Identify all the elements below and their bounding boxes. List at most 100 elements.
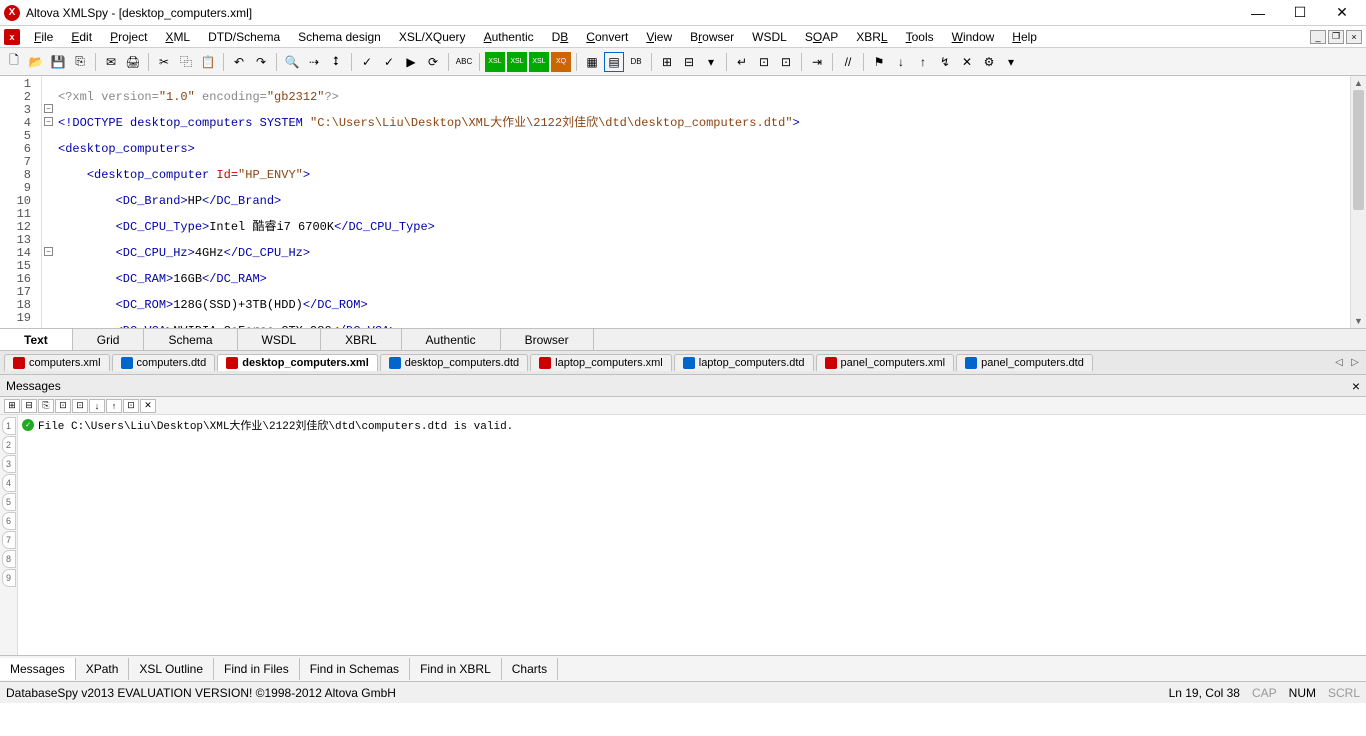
tab-xbrl[interactable]: XBRL [321,329,401,350]
messages-close-button[interactable]: × [1352,378,1360,394]
bm-clear-icon[interactable]: ↯ [935,52,955,72]
tab-next-icon[interactable]: ▷ [1348,356,1362,370]
mdi-close-button[interactable]: × [1346,30,1362,44]
menu-soap[interactable]: SOAP [797,28,846,46]
db-icon[interactable]: DB [626,52,646,72]
comment-icon[interactable]: // [838,52,858,72]
code-editor[interactable]: 12345678910111213141516171819 − − − <?xm… [0,76,1366,329]
find-next-icon[interactable]: ⇢ [304,52,324,72]
menu-browser[interactable]: Browser [682,28,742,46]
msg-tool-icon[interactable]: ⊡ [123,399,139,413]
menu-view[interactable]: View [638,28,680,46]
menu-dtd[interactable]: DTD/Schema [200,28,288,46]
tab-grid[interactable]: Grid [73,329,145,350]
file-tab-panel-xml[interactable]: panel_computers.xml [816,354,955,371]
wellformed-icon[interactable]: ✓ [379,52,399,72]
cut-icon[interactable]: ✂ [154,52,174,72]
mail-icon[interactable]: ✉ [101,52,121,72]
mdi-minimize-button[interactable]: _ [1310,30,1326,44]
menu-convert[interactable]: Convert [578,28,636,46]
scroll-thumb[interactable] [1353,90,1364,210]
vertical-scrollbar[interactable]: ▲ ▼ [1350,76,1366,328]
fold-toggle-icon[interactable]: − [44,104,53,113]
menu-edit[interactable]: Edit [63,28,100,46]
tab-browser[interactable]: Browser [501,329,594,350]
file-tab-computers-dtd[interactable]: computers.dtd [112,354,216,371]
new-icon[interactable]: 🗋 [4,52,24,72]
btab-messages[interactable]: Messages [0,658,76,680]
tool3-icon[interactable]: ▾ [701,52,721,72]
grid-view-icon[interactable]: ▦ [582,52,602,72]
tool1-icon[interactable]: ⊞ [657,52,677,72]
abc-icon[interactable]: ABC [454,52,474,72]
menu-wsdl[interactable]: WSDL [744,28,795,46]
menu-authentic[interactable]: Authentic [476,28,542,46]
file-tab-computers-xml[interactable]: computers.xml [4,354,110,371]
tab-wsdl[interactable]: WSDL [238,329,322,350]
replace-icon[interactable]: ⭥ [326,52,346,72]
mdi-restore-button[interactable]: ❐ [1328,30,1344,44]
transform-icon[interactable]: ▶ [401,52,421,72]
msg-tool-icon[interactable]: ⊞ [4,399,20,413]
menu-xml[interactable]: XML [157,28,198,46]
redo-icon[interactable]: ↷ [251,52,271,72]
msg-tool-icon[interactable]: ↓ [89,399,105,413]
scroll-down-icon[interactable]: ▼ [1351,314,1366,328]
options-icon[interactable]: ⚙ [979,52,999,72]
code-content[interactable]: <?xml version="1.0" encoding="gb2312"?> … [54,76,1350,328]
find-icon[interactable]: 🔍 [282,52,302,72]
tab-text[interactable]: Text [0,329,73,350]
scroll-up-icon[interactable]: ▲ [1351,76,1366,90]
btab-find-files[interactable]: Find in Files [214,658,300,680]
msg-tool-icon[interactable]: ⊡ [55,399,71,413]
tab-authentic[interactable]: Authentic [402,329,501,350]
fold-toggle-icon[interactable]: − [44,247,53,256]
btab-find-xbrl[interactable]: Find in XBRL [410,658,502,680]
open-icon[interactable]: 📂 [26,52,46,72]
tool5-icon[interactable]: ⊡ [776,52,796,72]
msg-tool-icon[interactable]: ⊟ [21,399,37,413]
tool2-icon[interactable]: ⊟ [679,52,699,72]
msg-clear-icon[interactable]: ✕ [140,399,156,413]
xsl3-icon[interactable]: XSL [529,52,549,72]
more-icon[interactable]: ▾ [1001,52,1021,72]
settings-icon[interactable]: ✕ [957,52,977,72]
menu-schema[interactable]: Schema design [290,28,389,46]
bm-next-icon[interactable]: ↓ [891,52,911,72]
file-tab-desktop-dtd[interactable]: desktop_computers.dtd [380,354,528,371]
tool4-icon[interactable]: ⊡ [754,52,774,72]
indent-icon[interactable]: ⇥ [807,52,827,72]
undo-icon[interactable]: ↶ [229,52,249,72]
menu-project[interactable]: Project [102,28,155,46]
menu-file[interactable]: File [26,28,61,46]
messages-content[interactable]: ✓ File C:\Users\Liu\Desktop\XML大作业\2122刘… [18,415,1366,655]
btab-xpath[interactable]: XPath [76,658,130,680]
maximize-button[interactable]: ☐ [1280,1,1320,25]
file-tab-panel-dtd[interactable]: panel_computers.dtd [956,354,1093,371]
message-row[interactable]: ✓ File C:\Users\Liu\Desktop\XML大作业\2122刘… [22,417,1362,433]
msg-tool-icon[interactable]: ↑ [106,399,122,413]
menu-window[interactable]: Window [944,28,1003,46]
validate-icon[interactable]: ✓ [357,52,377,72]
bookmark-icon[interactable]: ⚑ [869,52,889,72]
wrap-icon[interactable]: ↵ [732,52,752,72]
xsl2-icon[interactable]: XSL [507,52,527,72]
file-tab-laptop-xml[interactable]: laptop_computers.xml [530,354,672,371]
copy-icon[interactable]: ⿻ [176,52,196,72]
menu-help[interactable]: Help [1004,28,1045,46]
menu-db[interactable]: DB [544,28,577,46]
paste-icon[interactable]: 📋 [198,52,218,72]
print-icon[interactable]: 🖨 [123,52,143,72]
fold-toggle-icon[interactable]: − [44,117,53,126]
menu-tools[interactable]: Tools [898,28,942,46]
btab-xsl-outline[interactable]: XSL Outline [129,658,214,680]
menu-xsl[interactable]: XSL/XQuery [391,28,474,46]
tab-prev-icon[interactable]: ◁ [1332,356,1346,370]
msg-tool-icon[interactable]: ⊡ [72,399,88,413]
minimize-button[interactable]: — [1238,1,1278,25]
bm-prev-icon[interactable]: ↑ [913,52,933,72]
fold-column[interactable]: − − − [42,76,54,328]
xsl1-icon[interactable]: XSL [485,52,505,72]
save-all-icon[interactable]: ⎘ [70,52,90,72]
save-icon[interactable]: 💾 [48,52,68,72]
